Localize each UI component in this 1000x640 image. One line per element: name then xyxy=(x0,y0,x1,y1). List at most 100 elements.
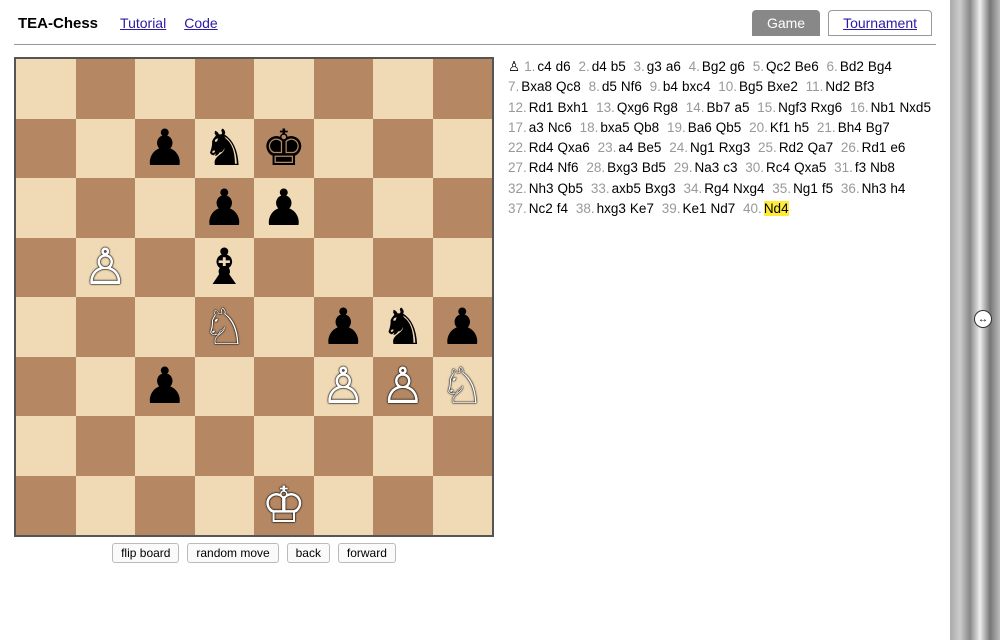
move-white[interactable]: Rg4 xyxy=(704,181,729,196)
square[interactable]: ♝ xyxy=(195,238,255,298)
square[interactable] xyxy=(76,119,136,179)
back-button[interactable]: back xyxy=(287,543,330,563)
square[interactable] xyxy=(433,476,493,536)
move-black[interactable]: h4 xyxy=(890,181,905,196)
move-black[interactable]: Rxg6 xyxy=(811,100,843,115)
move-white[interactable]: Qc2 xyxy=(766,59,791,74)
square[interactable] xyxy=(314,59,374,119)
move-white[interactable]: Rd4 xyxy=(529,140,554,155)
square[interactable] xyxy=(373,416,433,476)
move-black[interactable]: Nxg4 xyxy=(733,181,765,196)
move-black[interactable]: d6 xyxy=(556,59,571,74)
square[interactable] xyxy=(135,59,195,119)
black-king-icon[interactable]: ♚ xyxy=(254,119,314,179)
black-bishop-icon[interactable]: ♝ xyxy=(195,238,255,298)
square[interactable] xyxy=(254,297,314,357)
move-white[interactable]: d5 xyxy=(602,79,617,94)
square[interactable]: ♔ xyxy=(254,476,314,536)
move-white[interactable]: Nd2 xyxy=(825,79,850,94)
square[interactable] xyxy=(195,59,255,119)
square[interactable]: ♙ xyxy=(76,238,136,298)
move-white[interactable]: a4 xyxy=(618,140,633,155)
square[interactable] xyxy=(314,119,374,179)
move-black[interactable]: Qa7 xyxy=(808,140,834,155)
square[interactable] xyxy=(76,59,136,119)
resize-handle-icon[interactable]: ↔ xyxy=(974,310,992,328)
square[interactable] xyxy=(135,416,195,476)
square[interactable] xyxy=(433,238,493,298)
square[interactable] xyxy=(314,416,374,476)
square[interactable] xyxy=(254,416,314,476)
black-pawn-icon[interactable]: ♟ xyxy=(135,119,195,179)
square[interactable]: ♞ xyxy=(373,297,433,357)
square[interactable] xyxy=(373,59,433,119)
move-white[interactable]: Rd1 xyxy=(529,100,554,115)
square[interactable] xyxy=(314,238,374,298)
black-pawn-icon[interactable]: ♟ xyxy=(195,178,255,238)
square[interactable]: ♟ xyxy=(195,178,255,238)
move-black[interactable]: Nc6 xyxy=(548,120,572,135)
square[interactable] xyxy=(373,119,433,179)
move-white[interactable]: Nc2 xyxy=(529,201,553,216)
move-white[interactable]: axb5 xyxy=(612,181,641,196)
square[interactable]: ♘ xyxy=(433,357,493,417)
square[interactable] xyxy=(16,476,76,536)
move-black[interactable]: Qb5 xyxy=(558,181,584,196)
square[interactable]: ♟ xyxy=(135,357,195,417)
black-pawn-icon[interactable]: ♟ xyxy=(254,178,314,238)
move-white[interactable]: c4 xyxy=(537,59,551,74)
square[interactable] xyxy=(433,119,493,179)
move-white[interactable]: Bxg3 xyxy=(607,160,638,175)
move-white[interactable]: Ke1 xyxy=(682,201,706,216)
move-black[interactable]: Qc8 xyxy=(556,79,581,94)
move-black[interactable]: Bg4 xyxy=(868,59,892,74)
nav-link-tutorial[interactable]: Tutorial xyxy=(120,15,166,31)
move-white[interactable]: Rd2 xyxy=(779,140,804,155)
square[interactable] xyxy=(254,357,314,417)
move-black[interactable]: g6 xyxy=(730,59,745,74)
black-knight-icon[interactable]: ♞ xyxy=(195,119,255,179)
black-knight-icon[interactable]: ♞ xyxy=(373,297,433,357)
move-white[interactable]: Kf1 xyxy=(770,120,790,135)
move-black[interactable]: e6 xyxy=(890,140,905,155)
move-white[interactable]: bxa5 xyxy=(600,120,629,135)
move-white[interactable]: Bg5 xyxy=(739,79,763,94)
square[interactable] xyxy=(373,178,433,238)
square[interactable]: ♙ xyxy=(314,357,374,417)
tab-game[interactable]: Game xyxy=(752,10,820,36)
forward-button[interactable]: forward xyxy=(338,543,396,563)
black-pawn-icon[interactable]: ♟ xyxy=(135,357,195,417)
move-white[interactable]: Bb7 xyxy=(706,100,730,115)
square[interactable] xyxy=(16,416,76,476)
black-pawn-icon[interactable]: ♟ xyxy=(433,297,493,357)
move-white[interactable]: Bg2 xyxy=(702,59,726,74)
move-white[interactable]: Ng1 xyxy=(793,181,818,196)
move-white[interactable]: hxg3 xyxy=(597,201,626,216)
white-king-icon[interactable]: ♔ xyxy=(254,476,314,536)
move-black[interactable]: Nf6 xyxy=(558,160,579,175)
nav-link-code[interactable]: Code xyxy=(184,15,217,31)
white-knight-icon[interactable]: ♘ xyxy=(195,297,255,357)
move-black[interactable]: Qb5 xyxy=(716,120,742,135)
move-black[interactable]: h5 xyxy=(794,120,809,135)
square[interactable] xyxy=(135,476,195,536)
move-white[interactable]: g3 xyxy=(647,59,662,74)
move-black[interactable]: Bg7 xyxy=(866,120,890,135)
square[interactable] xyxy=(16,119,76,179)
move-black[interactable]: Bf3 xyxy=(854,79,874,94)
square[interactable] xyxy=(16,238,76,298)
move-white[interactable]: Qxg6 xyxy=(617,100,649,115)
square[interactable] xyxy=(314,178,374,238)
move-black[interactable]: Bxg3 xyxy=(645,181,676,196)
move-black[interactable]: f5 xyxy=(822,181,833,196)
square[interactable] xyxy=(254,59,314,119)
move-white[interactable]: Bxa8 xyxy=(521,79,552,94)
move-white[interactable]: d4 xyxy=(592,59,607,74)
move-black[interactable]: Bxh1 xyxy=(558,100,589,115)
square[interactable] xyxy=(135,178,195,238)
move-black[interactable]: Be6 xyxy=(795,59,819,74)
square[interactable] xyxy=(76,297,136,357)
move-black[interactable]: Bxe2 xyxy=(767,79,798,94)
white-pawn-icon[interactable]: ♙ xyxy=(314,357,374,417)
square[interactable] xyxy=(76,416,136,476)
